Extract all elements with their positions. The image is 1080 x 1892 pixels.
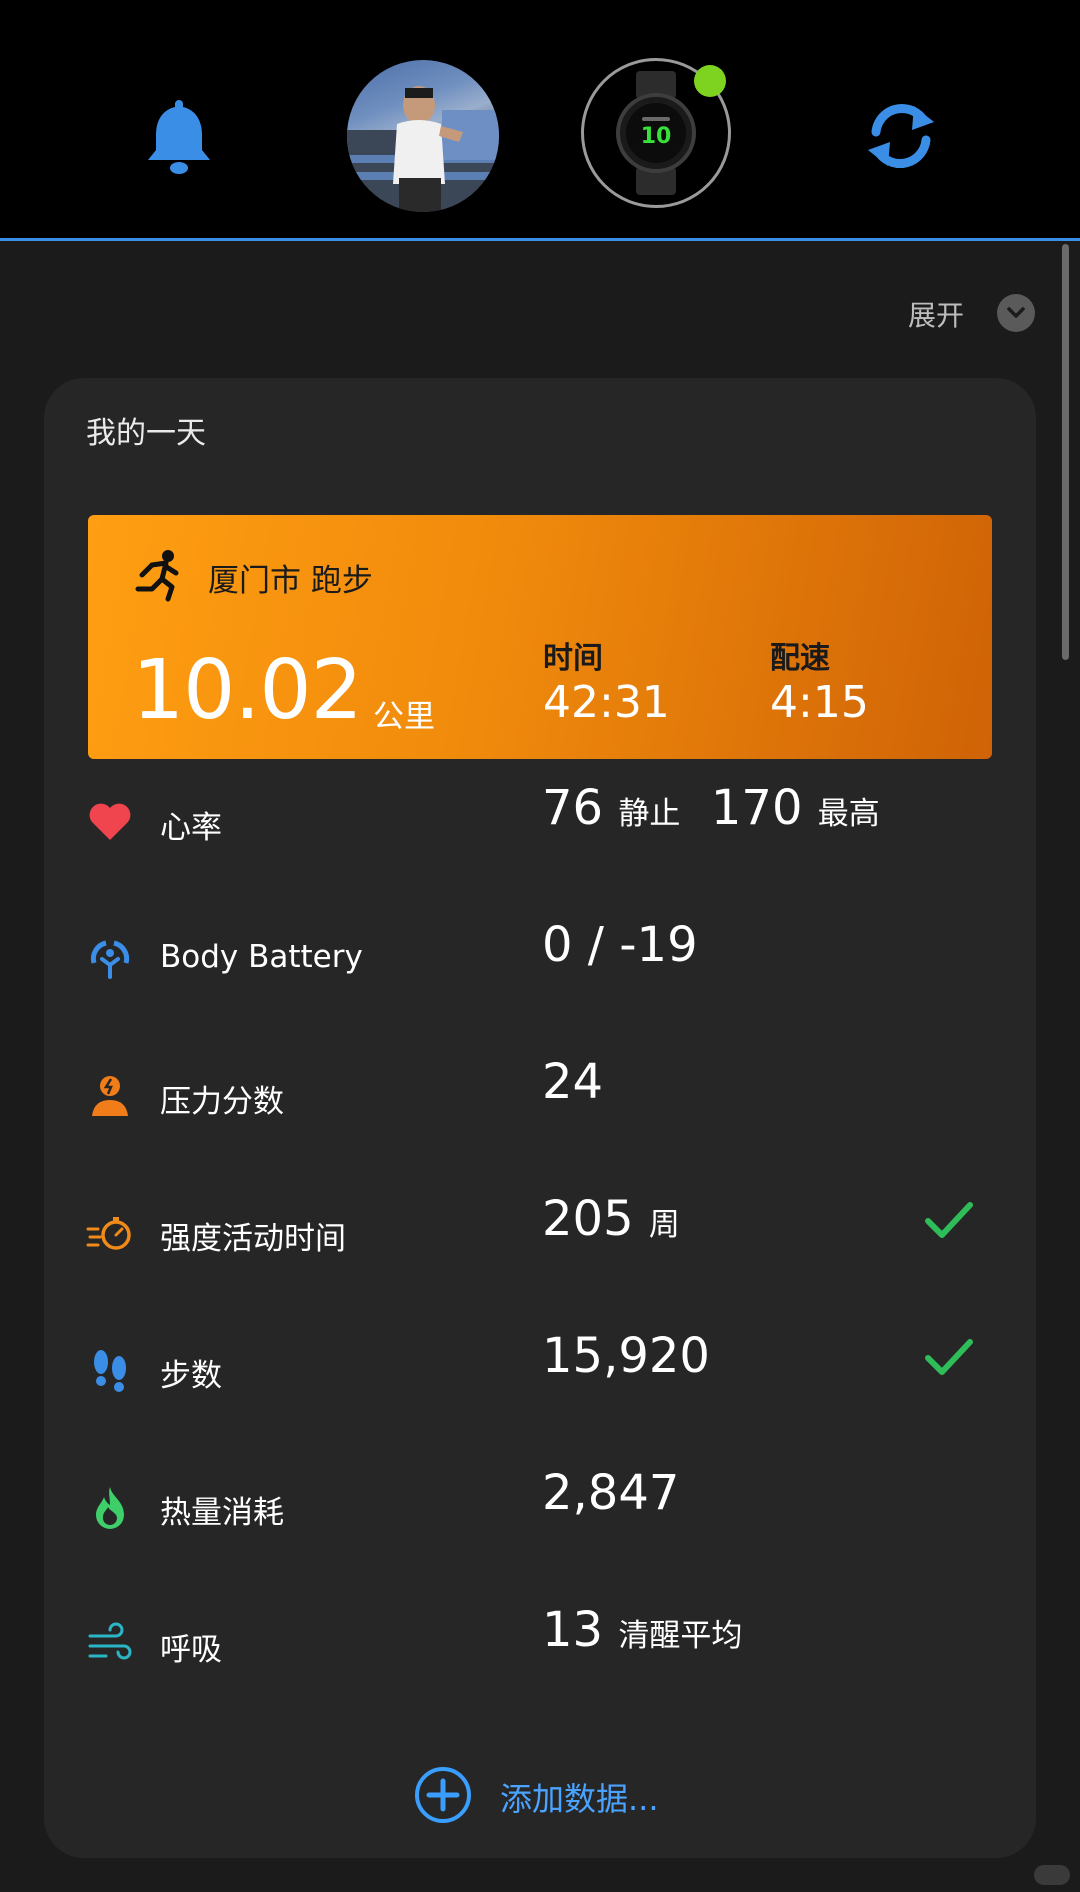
body-battery-icon [90,940,130,979]
my-day-card: 我的一天 厦门市 跑步 10.02 公里 时间 42:31 配速 4:15 心率… [44,378,1036,1858]
metric-row-intensity-minutes[interactable]: 强度活动时间 205 周 [44,1185,1036,1295]
metric-row-body-battery[interactable]: Body Battery 0 / -19 [44,911,1036,1021]
expand-label[interactable]: 展开 [908,294,964,334]
metric-row-respiration[interactable]: 呼吸 13 清醒平均 [44,1596,1036,1706]
metric-value: 0 / -19 [542,917,698,973]
bell-icon[interactable] [144,96,214,176]
metric-row-steps[interactable]: 步数 15,920 [44,1322,1036,1432]
expand-button[interactable] [997,294,1035,332]
card-title: 我的一天 [86,416,206,451]
sync-icon[interactable] [862,100,940,172]
metric-label: 心率 [160,810,222,846]
activity-pace-label: 配速 [770,641,830,676]
activity-distance-unit: 公里 [373,699,435,735]
metric-label: 热量消耗 [160,1495,284,1531]
activity-time-label: 时间 [543,641,603,676]
metric-value: 24 [542,1054,604,1110]
calories-icon [96,1487,124,1529]
scrollbar[interactable] [1062,244,1069,660]
running-icon [135,550,179,602]
watch-connected-dot [694,65,726,97]
add-data-button[interactable]: 添加数据... [44,1758,1036,1838]
steps-icon [94,1350,126,1392]
app-screen: 10 展开 我的一天 厦门市 跑步 10.02 公里 时间 42:31 配速 4… [0,0,1080,1892]
activity-time-value: 42:31 [543,677,670,728]
heart-icon [89,803,131,840]
metric-value: 15,920 [542,1328,710,1384]
activity-pace-value: 4:15 [770,677,869,728]
activity-distance: 10.02 [132,643,363,738]
metric-label: 压力分数 [160,1084,284,1120]
watermark [1034,1865,1070,1885]
metric-value: 205 周 [542,1191,680,1247]
respiration-icon [88,1622,132,1660]
check-icon [925,1339,973,1375]
activity-title: 厦门市 跑步 [208,563,373,599]
metric-value: 13 清醒平均 [542,1602,743,1658]
stress-icon [92,1076,128,1116]
metric-label: 步数 [160,1358,222,1394]
metric-label: 强度活动时间 [160,1221,346,1257]
plus-circle-icon [415,1767,471,1823]
metric-label: 呼吸 [160,1632,222,1668]
intensity-minutes-icon [86,1217,131,1250]
metric-value: 2,847 [542,1465,680,1521]
metric-row-stress[interactable]: 压力分数 24 [44,1048,1036,1158]
user-avatar[interactable] [347,60,499,212]
top-bar: 10 [0,0,1080,241]
metric-label: Body Battery [160,939,363,975]
metric-value: 76 静止 170 最高 [542,780,880,836]
chevron-down-icon [1007,307,1025,318]
add-data-label: 添加数据... [500,1780,659,1818]
watch-face-value: 10 [641,124,672,149]
metric-row-calories[interactable]: 热量消耗 2,847 [44,1459,1036,1569]
activity-tile[interactable]: 厦门市 跑步 10.02 公里 时间 42:31 配速 4:15 [88,515,992,759]
metric-row-heart-rate[interactable]: 心率 76 静止 170 最高 [44,774,1036,884]
check-icon [925,1202,973,1238]
